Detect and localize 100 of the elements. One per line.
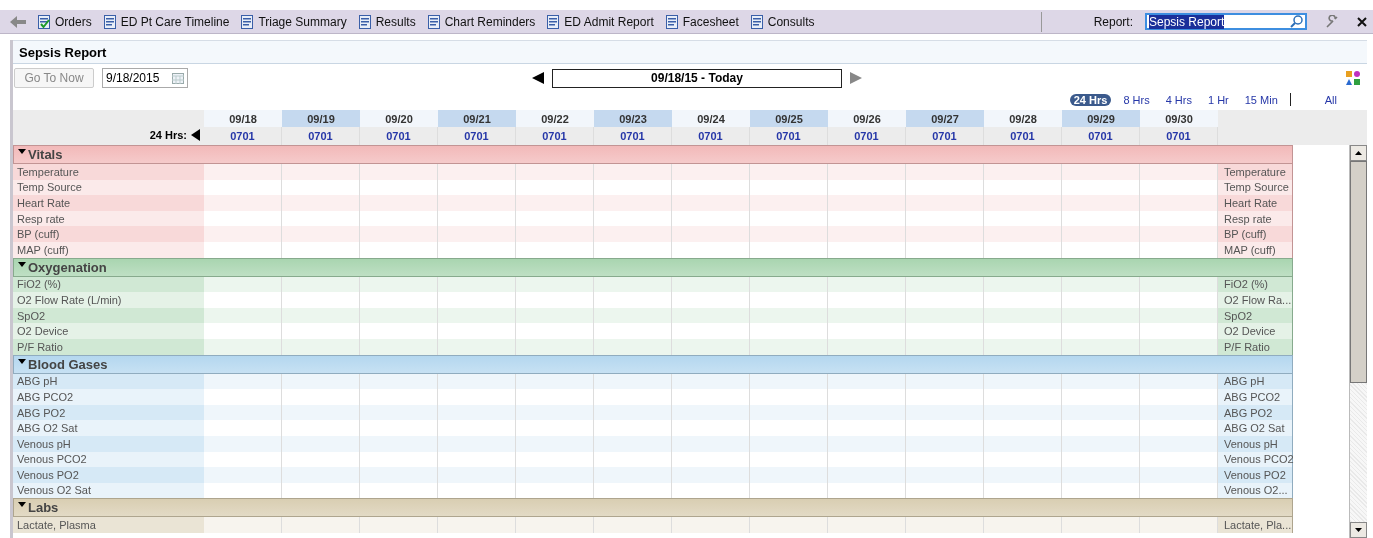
grid-cell[interactable]	[1062, 467, 1140, 483]
grid-cell[interactable]	[750, 195, 828, 211]
grid-cell[interactable]	[984, 517, 1062, 533]
close-icon[interactable]	[1357, 16, 1367, 27]
grid-cell[interactable]	[750, 164, 828, 180]
grid-cell[interactable]	[204, 467, 282, 483]
grid-cell[interactable]	[1140, 517, 1218, 533]
grid-cell[interactable]	[282, 164, 360, 180]
toolbar-tab[interactable]: ED Pt Care Timeline	[103, 14, 230, 29]
grid-cell[interactable]	[906, 195, 984, 211]
vertical-scrollbar[interactable]	[1349, 145, 1367, 538]
next-arrow-icon[interactable]	[850, 72, 862, 84]
toolbar-tab[interactable]: Triage Summary	[241, 14, 347, 29]
toolbar-tab[interactable]: ED Admit Report	[547, 14, 654, 29]
calendar-icon[interactable]	[172, 72, 184, 84]
toolbar-tab[interactable]: Orders	[38, 14, 92, 29]
toolbar-tab[interactable]: Consults	[750, 14, 815, 29]
grid-cell[interactable]	[594, 195, 672, 211]
grid-cell[interactable]	[516, 164, 594, 180]
expand-triangle-icon[interactable]	[18, 261, 26, 267]
grid-cell[interactable]	[1062, 164, 1140, 180]
grid-cell[interactable]	[282, 195, 360, 211]
grid-cell[interactable]	[828, 195, 906, 211]
grid-cell[interactable]	[438, 226, 516, 242]
toolbar-tab[interactable]: Results	[358, 14, 416, 29]
grid-cell[interactable]	[1062, 226, 1140, 242]
section-header[interactable]: Labs	[13, 498, 1293, 518]
grid-cell[interactable]	[360, 467, 438, 483]
back-arrow-icon[interactable]	[10, 15, 26, 28]
grid-cell[interactable]	[750, 517, 828, 533]
document-icon	[547, 14, 560, 29]
grid-cell[interactable]	[672, 226, 750, 242]
scroll-up-icon[interactable]	[1355, 151, 1362, 155]
expand-triangle-icon[interactable]	[18, 358, 26, 364]
grid-cell[interactable]	[204, 164, 282, 180]
grid-cell[interactable]	[594, 467, 672, 483]
grid-cell[interactable]	[204, 195, 282, 211]
grid-cell[interactable]	[204, 517, 282, 533]
grid-cell[interactable]	[204, 226, 282, 242]
grid-cell[interactable]	[672, 517, 750, 533]
interval-option[interactable]: 8 Hrs	[1119, 93, 1154, 106]
grid-cell[interactable]	[594, 164, 672, 180]
expand-triangle-icon[interactable]	[18, 149, 26, 154]
grid-cell[interactable]	[516, 226, 594, 242]
grid-cell[interactable]	[672, 195, 750, 211]
previous-arrow-icon[interactable]	[532, 72, 544, 84]
scroll-down-icon[interactable]	[1355, 528, 1362, 532]
grid-cell[interactable]	[750, 467, 828, 483]
wrench-icon[interactable]	[1325, 14, 1339, 29]
interval-option[interactable]: 24 Hrs	[1069, 93, 1112, 106]
grid-cell[interactable]	[906, 164, 984, 180]
expand-triangle-icon[interactable]	[18, 502, 26, 508]
grid-cell[interactable]	[672, 164, 750, 180]
shapes-icon[interactable]	[1345, 70, 1361, 86]
grid-cell[interactable]	[828, 226, 906, 242]
document-icon	[103, 14, 116, 29]
grid-cell[interactable]	[1140, 467, 1218, 483]
grid-cell[interactable]	[984, 467, 1062, 483]
grid-cell[interactable]	[282, 226, 360, 242]
grid-cell[interactable]	[1140, 195, 1218, 211]
grid-cell[interactable]	[594, 226, 672, 242]
grid-cell[interactable]	[438, 164, 516, 180]
report-search-field[interactable]: Sepsis Report	[1145, 13, 1307, 30]
interval-option[interactable]: All	[1320, 93, 1341, 106]
grid-cell[interactable]	[516, 195, 594, 211]
grid-cell[interactable]	[282, 467, 360, 483]
grid-cell[interactable]	[360, 226, 438, 242]
grid-cell[interactable]	[438, 195, 516, 211]
grid-cell[interactable]	[282, 517, 360, 533]
left-arrow-icon[interactable]	[191, 129, 200, 141]
grid-cell[interactable]	[438, 517, 516, 533]
toolbar-tab[interactable]: Facesheet	[665, 14, 739, 29]
grid-cell[interactable]	[672, 467, 750, 483]
grid-cell[interactable]	[1140, 164, 1218, 180]
grid-cell[interactable]	[750, 226, 828, 242]
grid-cell[interactable]	[984, 226, 1062, 242]
interval-option[interactable]: 4 Hrs	[1161, 93, 1196, 106]
interval-option[interactable]: 15 Min	[1240, 93, 1282, 106]
grid-cell[interactable]	[828, 517, 906, 533]
grid-cell[interactable]	[594, 517, 672, 533]
section-header[interactable]: Vitals	[13, 145, 1293, 164]
grid-cell[interactable]	[516, 517, 594, 533]
grid-cell[interactable]	[984, 195, 1062, 211]
grid-cell[interactable]	[360, 517, 438, 533]
grid-cell[interactable]	[516, 467, 594, 483]
toolbar-tab[interactable]: Chart Reminders	[427, 14, 536, 29]
grid-cell[interactable]	[1140, 226, 1218, 242]
grid-cell[interactable]	[984, 164, 1062, 180]
grid-cell[interactable]	[828, 467, 906, 483]
interval-option[interactable]: 1 Hr	[1203, 93, 1233, 106]
grid-cell[interactable]	[1062, 517, 1140, 533]
grid-cell[interactable]	[360, 195, 438, 211]
grid-cell[interactable]	[906, 517, 984, 533]
date-field[interactable]: 9/18/2015	[102, 68, 188, 88]
grid-cell[interactable]	[906, 467, 984, 483]
grid-cell[interactable]	[438, 467, 516, 483]
grid-cell[interactable]	[828, 164, 906, 180]
grid-cell[interactable]	[906, 226, 984, 242]
grid-cell[interactable]	[360, 164, 438, 180]
grid-cell[interactable]	[1062, 195, 1140, 211]
